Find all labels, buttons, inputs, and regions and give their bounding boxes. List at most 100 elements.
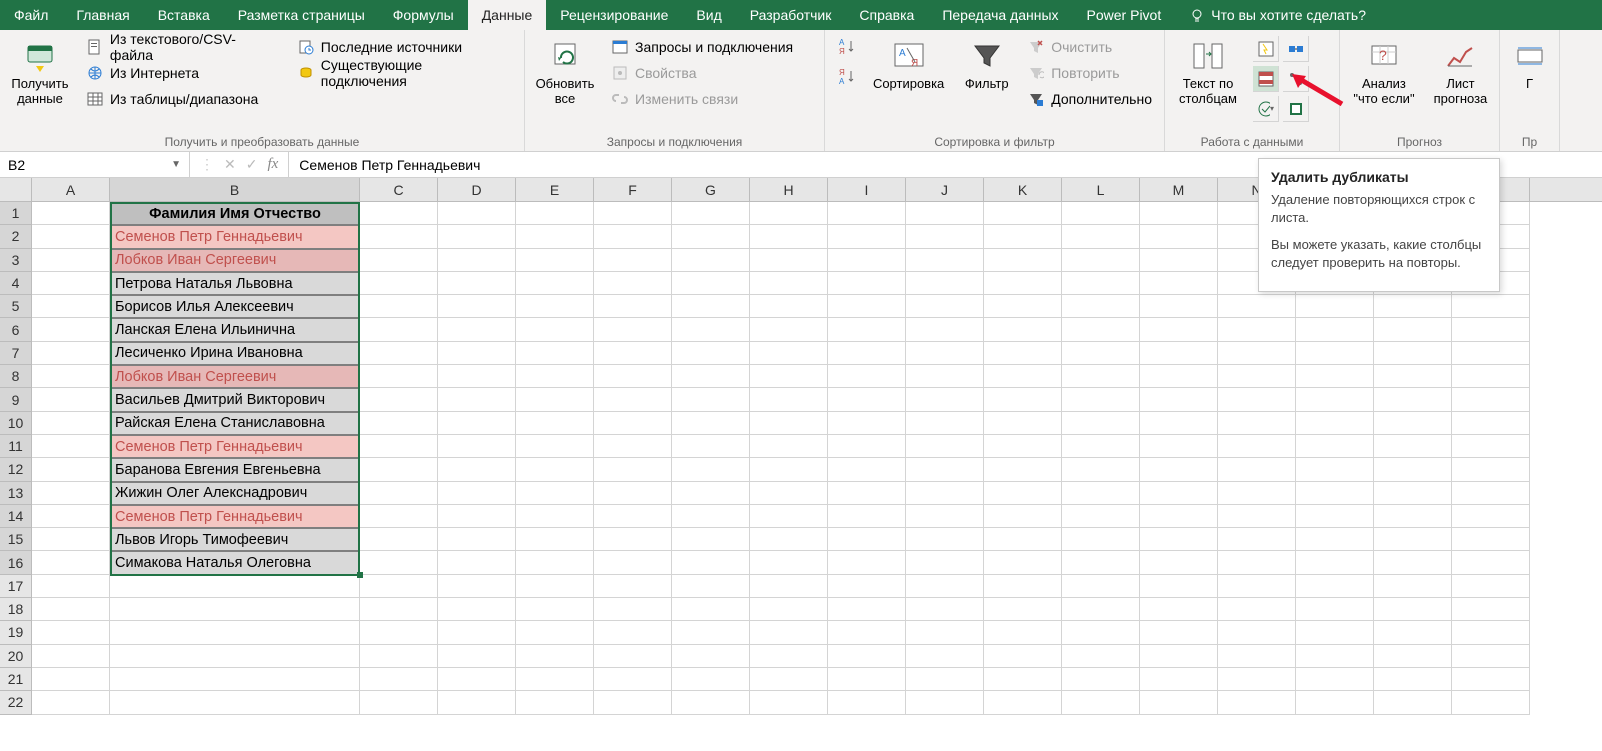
cell-Q11[interactable] [1452, 435, 1530, 458]
cell-B13[interactable]: Жижин Олег Алекснадрович [110, 482, 360, 505]
row-header-19[interactable]: 19 [0, 621, 32, 644]
sort-desc-button[interactable]: ЯА [833, 66, 857, 88]
cell-G6[interactable] [672, 318, 750, 341]
cell-C10[interactable] [360, 412, 438, 435]
cell-K1[interactable] [984, 202, 1062, 225]
cell-O15[interactable] [1296, 528, 1374, 551]
cell-A3[interactable] [32, 249, 110, 272]
cell-D6[interactable] [438, 318, 516, 341]
cell-P21[interactable] [1374, 668, 1452, 691]
menu-tab-справка[interactable]: Справка [845, 0, 928, 30]
cell-C16[interactable] [360, 551, 438, 574]
cell-C11[interactable] [360, 435, 438, 458]
cell-C8[interactable] [360, 365, 438, 388]
cell-N8[interactable] [1218, 365, 1296, 388]
cell-B19[interactable] [110, 621, 360, 644]
cell-H22[interactable] [750, 691, 828, 714]
cell-J2[interactable] [906, 225, 984, 248]
cell-K10[interactable] [984, 412, 1062, 435]
remove-duplicates-button[interactable] [1253, 66, 1279, 92]
cell-J4[interactable] [906, 272, 984, 295]
cell-E12[interactable] [516, 458, 594, 481]
row-header-13[interactable]: 13 [0, 482, 32, 505]
row-header-5[interactable]: 5 [0, 295, 32, 318]
cell-F16[interactable] [594, 551, 672, 574]
cell-D8[interactable] [438, 365, 516, 388]
cell-C13[interactable] [360, 482, 438, 505]
cell-K5[interactable] [984, 295, 1062, 318]
cell-K13[interactable] [984, 482, 1062, 505]
col-header-I[interactable]: I [828, 178, 906, 201]
cell-A17[interactable] [32, 575, 110, 598]
col-header-E[interactable]: E [516, 178, 594, 201]
cell-I17[interactable] [828, 575, 906, 598]
refresh-all-button[interactable]: Обновить все [533, 36, 597, 106]
cell-H15[interactable] [750, 528, 828, 551]
cell-M10[interactable] [1140, 412, 1218, 435]
cell-H6[interactable] [750, 318, 828, 341]
consolidate-button[interactable] [1283, 36, 1309, 62]
cell-C6[interactable] [360, 318, 438, 341]
cell-A16[interactable] [32, 551, 110, 574]
cell-J9[interactable] [906, 388, 984, 411]
cell-N19[interactable] [1218, 621, 1296, 644]
cell-P17[interactable] [1374, 575, 1452, 598]
properties-button[interactable]: Свойства [607, 62, 797, 84]
cell-K11[interactable] [984, 435, 1062, 458]
cell-M19[interactable] [1140, 621, 1218, 644]
cell-D2[interactable] [438, 225, 516, 248]
cell-F1[interactable] [594, 202, 672, 225]
cell-J20[interactable] [906, 645, 984, 668]
cell-J8[interactable] [906, 365, 984, 388]
cell-L6[interactable] [1062, 318, 1140, 341]
cell-A19[interactable] [32, 621, 110, 644]
cell-H2[interactable] [750, 225, 828, 248]
cell-I20[interactable] [828, 645, 906, 668]
cell-E21[interactable] [516, 668, 594, 691]
cell-P11[interactable] [1374, 435, 1452, 458]
cell-I21[interactable] [828, 668, 906, 691]
cell-I8[interactable] [828, 365, 906, 388]
cell-A6[interactable] [32, 318, 110, 341]
cell-M15[interactable] [1140, 528, 1218, 551]
cell-E2[interactable] [516, 225, 594, 248]
cell-B12[interactable]: Баранова Евгения Евгеньевна [110, 458, 360, 481]
cell-D18[interactable] [438, 598, 516, 621]
cell-D22[interactable] [438, 691, 516, 714]
menu-tab-файл[interactable]: Файл [0, 0, 62, 30]
edit-links-button[interactable]: Изменить связи [607, 88, 797, 110]
cell-M20[interactable] [1140, 645, 1218, 668]
data-model-button[interactable] [1283, 96, 1309, 122]
cell-D15[interactable] [438, 528, 516, 551]
cell-J15[interactable] [906, 528, 984, 551]
cell-D20[interactable] [438, 645, 516, 668]
cell-P19[interactable] [1374, 621, 1452, 644]
cell-H7[interactable] [750, 342, 828, 365]
cell-C21[interactable] [360, 668, 438, 691]
cell-M6[interactable] [1140, 318, 1218, 341]
cell-J19[interactable] [906, 621, 984, 644]
cell-H11[interactable] [750, 435, 828, 458]
cell-M9[interactable] [1140, 388, 1218, 411]
cell-F7[interactable] [594, 342, 672, 365]
cell-M4[interactable] [1140, 272, 1218, 295]
cell-P15[interactable] [1374, 528, 1452, 551]
cell-Q13[interactable] [1452, 482, 1530, 505]
cell-L2[interactable] [1062, 225, 1140, 248]
cell-A22[interactable] [32, 691, 110, 714]
cell-I16[interactable] [828, 551, 906, 574]
whatif-button[interactable]: ? Анализ "что если" [1348, 36, 1420, 106]
cell-C20[interactable] [360, 645, 438, 668]
cell-M14[interactable] [1140, 505, 1218, 528]
row-header-3[interactable]: 3 [0, 249, 32, 272]
row-header-7[interactable]: 7 [0, 342, 32, 365]
cell-C9[interactable] [360, 388, 438, 411]
cell-P20[interactable] [1374, 645, 1452, 668]
cell-A13[interactable] [32, 482, 110, 505]
cell-I3[interactable] [828, 249, 906, 272]
cell-G11[interactable] [672, 435, 750, 458]
col-header-F[interactable]: F [594, 178, 672, 201]
cell-P7[interactable] [1374, 342, 1452, 365]
cell-M22[interactable] [1140, 691, 1218, 714]
cell-I6[interactable] [828, 318, 906, 341]
